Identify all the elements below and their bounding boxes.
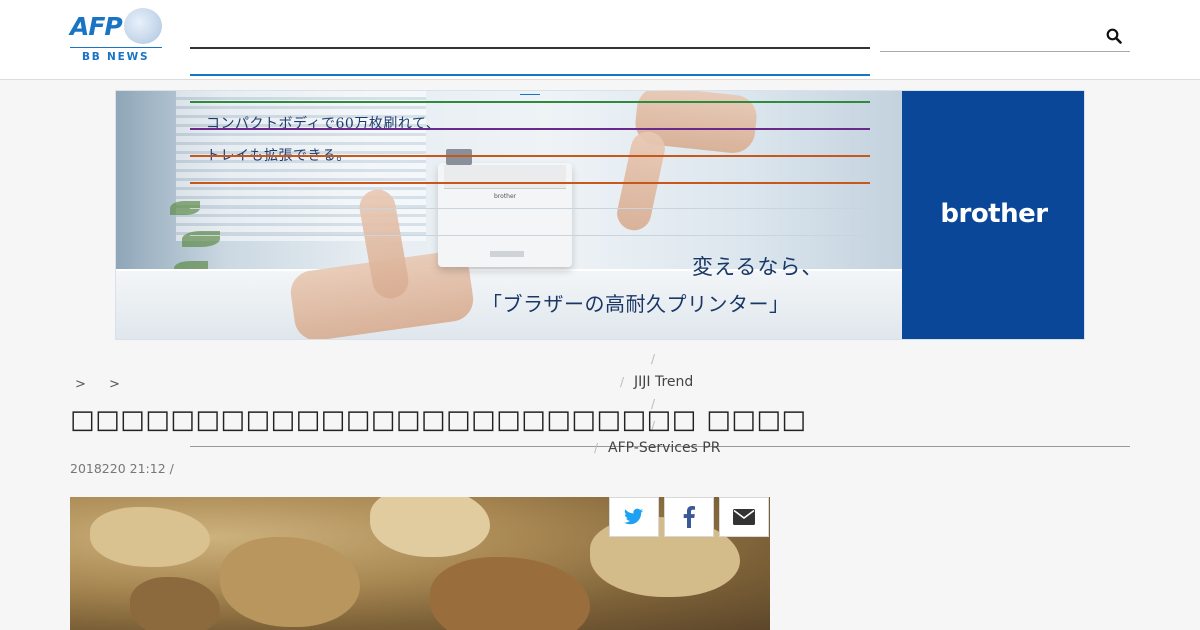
rock — [220, 537, 360, 627]
printer-brand-label: brother — [494, 193, 517, 200]
printer-tray — [490, 251, 524, 257]
share-facebook-button[interactable] — [664, 497, 714, 537]
twitter-icon — [624, 508, 644, 525]
logo-afp-text: AFP — [70, 12, 123, 41]
printer-image: brother — [438, 149, 572, 267]
plant-leaf — [182, 231, 220, 247]
rock — [370, 497, 490, 557]
nav-rule-green — [190, 101, 870, 103]
brother-logo: brother — [940, 199, 1048, 229]
nav-rule-blue — [190, 74, 870, 76]
menu-separator: / — [651, 352, 656, 366]
facebook-icon — [683, 506, 695, 528]
printer-top — [444, 165, 566, 189]
nav-rule-gray-2 — [190, 235, 870, 236]
share-twitter-button[interactable] — [609, 497, 659, 537]
breadcrumb-separator: > — [109, 377, 120, 392]
email-icon — [733, 509, 755, 525]
printer-panel — [446, 149, 472, 165]
nav-rule-thin — [520, 94, 540, 95]
globe-icon — [124, 8, 162, 44]
logo-divider — [70, 47, 162, 48]
breadcrumb-separator: > — [75, 377, 86, 392]
article-dateline: 2018220 21:12 / — [70, 461, 174, 476]
nav-rule-main — [190, 47, 870, 49]
hand-right-thumb — [613, 128, 669, 234]
article-title: □□□□□□□□□□□□□□□□□□□□□□□□□ □□□□ — [70, 405, 807, 435]
search-input[interactable] — [880, 51, 1130, 52]
rock — [130, 577, 220, 630]
menu-separator: / — [594, 441, 599, 455]
ad-headline-line1: 変えるなら、 — [692, 255, 824, 279]
ad-copy-line1: コンパクトボディで60万枚刷れて、 — [206, 116, 441, 132]
logo-subtitle: BB NEWS — [82, 51, 150, 63]
menu-item-afp-services-pr[interactable]: AFP-Services PR — [608, 440, 720, 456]
nav-rule-purple — [190, 128, 870, 130]
share-email-button[interactable] — [719, 497, 769, 537]
ad-headline-line2: 「ブラザーの高耐久プリンター」 — [482, 292, 790, 316]
nav-rule-orange — [190, 155, 870, 157]
site-header: AFP BB NEWS — [0, 0, 1200, 80]
menu-item-jiji-trend[interactable]: JIJI Trend — [634, 374, 693, 390]
rock — [90, 507, 210, 567]
ad-brand-panel: brother — [902, 91, 1084, 339]
menu-separator: / — [620, 375, 625, 389]
nav-rule-orange-2 — [190, 182, 870, 184]
afp-bb-news-logo[interactable]: AFP BB NEWS — [70, 8, 162, 64]
search-icon[interactable] — [1106, 28, 1122, 44]
nav-rule-gray — [190, 208, 870, 209]
rock — [430, 557, 590, 630]
